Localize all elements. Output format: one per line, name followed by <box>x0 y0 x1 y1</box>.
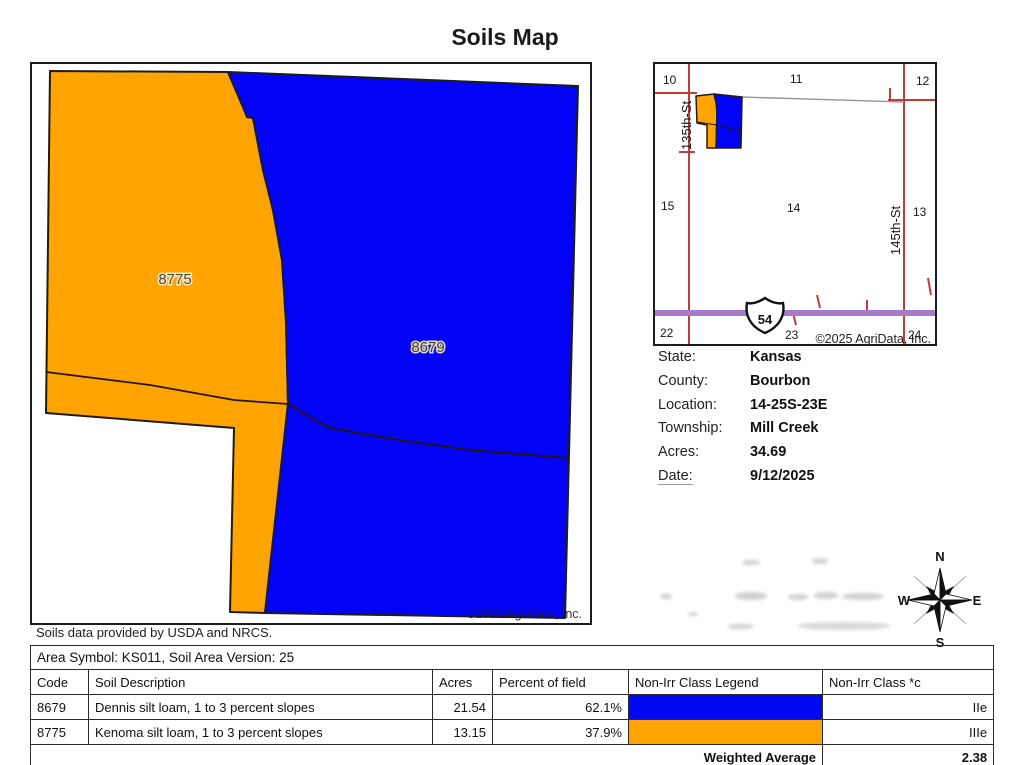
compass-e: E <box>973 593 982 608</box>
col-header-acres: Acres <box>433 670 493 695</box>
area-symbol-text: Area Symbol: KS011, Soil Area Version: 2… <box>31 646 994 670</box>
info-value: 9/12/2025 <box>750 468 815 484</box>
compass-w: W <box>898 593 911 608</box>
info-row-location: Location: 14-25S-23E <box>658 397 958 419</box>
compass-n: N <box>935 549 944 564</box>
smudge <box>660 594 672 599</box>
area-symbol-row: Area Symbol: KS011, Soil Area Version: 2… <box>31 646 994 670</box>
info-row-county: County: Bourbon <box>658 373 958 395</box>
cell-percent: 62.1% <box>493 695 629 720</box>
info-value: Mill Creek <box>750 420 819 436</box>
smudge <box>788 594 808 600</box>
info-value: Kansas <box>750 349 802 365</box>
soil-label-8775: 8775 <box>158 271 191 288</box>
section-11: 11 <box>790 72 803 86</box>
page-title: Soils Map <box>0 24 1010 51</box>
info-value: 34.69 <box>750 444 786 460</box>
info-label: Date: <box>658 468 693 485</box>
section-23: 23 <box>785 328 799 342</box>
section-10: 10 <box>663 73 677 87</box>
section-13: 13 <box>913 205 927 219</box>
cell-acres: 21.54 <box>433 695 493 720</box>
col-header-code: Code <box>31 670 89 695</box>
road-label-135th-st: 135th-St <box>679 100 694 150</box>
smudge <box>814 592 838 599</box>
soil-label-8679: 8679 <box>411 339 444 356</box>
table-row: 8775 Kenoma silt loam, 1 to 3 percent sl… <box>31 720 994 745</box>
cell-acres: 13.15 <box>433 720 493 745</box>
col-header-description: Soil Description <box>89 670 433 695</box>
weighted-average-row: Weighted Average 2.38 <box>31 745 994 765</box>
cell-class: IIe <box>823 695 994 720</box>
cell-class: IIIe <box>823 720 994 745</box>
info-value: 14-25S-23E <box>750 397 827 413</box>
soils-credit-text: Soils data provided by USDA and NRCS. <box>36 625 272 640</box>
cell-description: Dennis silt loam, 1 to 3 percent slopes <box>89 695 433 720</box>
section-12: 12 <box>916 74 930 88</box>
info-label: Acres: <box>658 444 699 460</box>
locator-map: 10 11 12 15 14 13 22 23 24 135th-St 145t… <box>653 62 937 346</box>
locator-copyright: ©2025 AgriData, Inc. <box>815 332 931 346</box>
info-row-date: Date: 9/12/2025 <box>658 468 958 490</box>
table-row: 8679 Dennis silt loam, 1 to 3 percent sl… <box>31 695 994 720</box>
mini-field-blue <box>714 94 742 148</box>
smudge <box>812 558 828 564</box>
col-header-legend: Non-Irr Class Legend <box>629 670 823 695</box>
col-header-class: Non-Irr Class *c <box>823 670 994 695</box>
soils-table: Area Symbol: KS011, Soil Area Version: 2… <box>30 645 994 765</box>
legend-swatch-orange <box>629 720 823 745</box>
cell-code: 8775 <box>31 720 89 745</box>
weighted-average-label: Weighted Average <box>31 745 823 765</box>
smudge <box>798 622 890 630</box>
info-label: Township: <box>658 420 722 436</box>
info-row-township: Township: Mill Creek <box>658 420 958 442</box>
weighted-average-value: 2.38 <box>823 745 994 765</box>
info-label: County: <box>658 373 708 389</box>
info-label: Location: <box>658 397 717 413</box>
us-54-number: 54 <box>758 312 773 327</box>
section-22: 22 <box>660 326 674 340</box>
smudge <box>728 624 754 629</box>
compass-rose-icon: N S E W <box>898 548 982 648</box>
road-label-145th-st: 145th-St <box>888 205 903 255</box>
smudge <box>735 592 767 600</box>
smudge <box>742 560 760 565</box>
cell-percent: 37.9% <box>493 720 629 745</box>
smudge <box>688 612 698 616</box>
info-value: Bourbon <box>750 373 810 389</box>
table-header-row: Code Soil Description Acres Percent of f… <box>31 670 994 695</box>
info-row-acres: Acres: 34.69 <box>658 444 958 466</box>
legend-swatch-blue <box>629 695 823 720</box>
smudge <box>842 593 884 600</box>
col-header-percent: Percent of field <box>493 670 629 695</box>
main-map-copyright: ©2025 AgriData, Inc. <box>466 607 582 621</box>
soils-map-report: Soils Map 8775 8679 ©2025 AgriData, Inc. <box>0 0 1024 765</box>
main-soil-map: 8775 8679 ©2025 AgriData, Inc. <box>30 62 592 625</box>
cell-description: Kenoma silt loam, 1 to 3 percent slopes <box>89 720 433 745</box>
section-14: 14 <box>787 201 801 215</box>
section-15: 15 <box>661 199 675 213</box>
info-label: State: <box>658 349 696 365</box>
cell-code: 8679 <box>31 695 89 720</box>
info-row-state: State: Kansas <box>658 349 958 371</box>
